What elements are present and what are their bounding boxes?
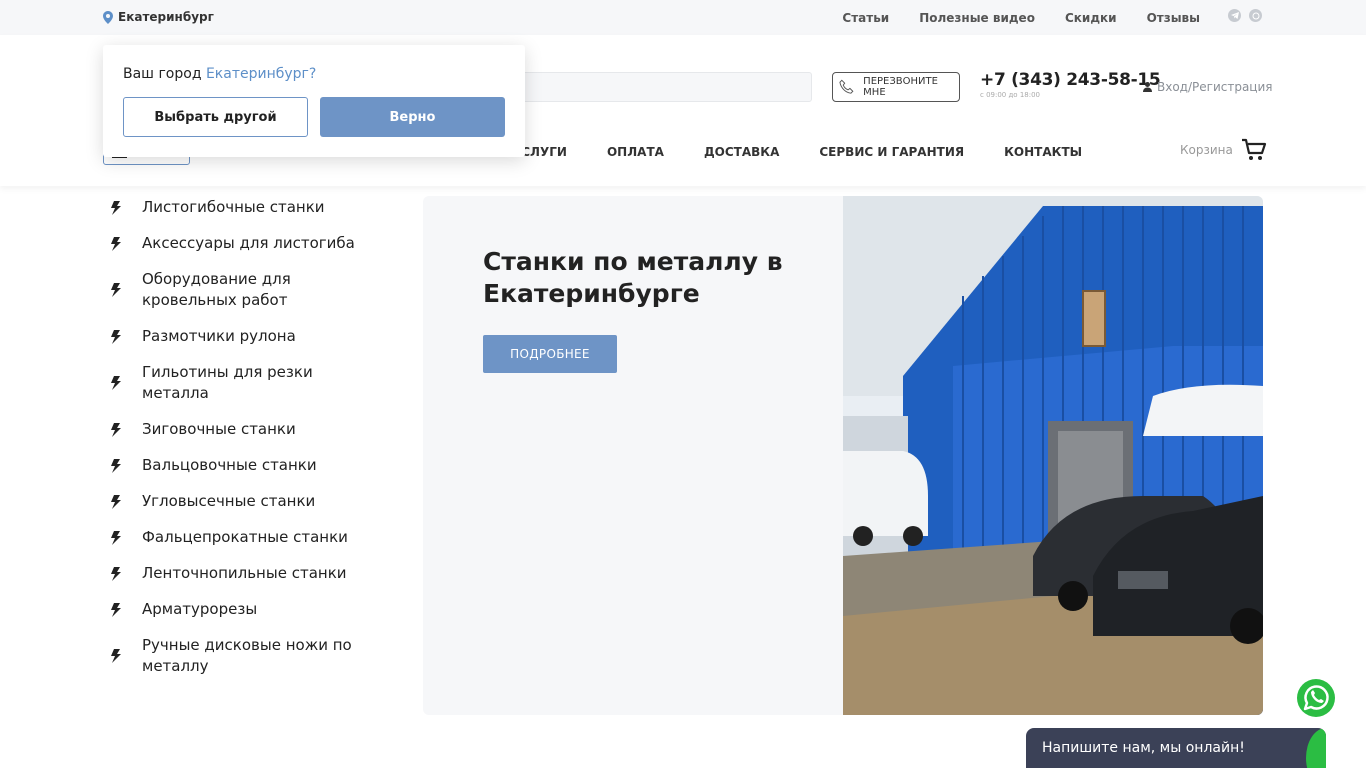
cart-icon xyxy=(1241,138,1266,160)
catalog-item[interactable]: Аксессуары для листогиба xyxy=(110,233,370,254)
lightning-icon xyxy=(110,422,122,437)
catalog-item-label: Вальцовочные станки xyxy=(142,456,317,474)
catalog-item[interactable]: Гильотины для резки металла xyxy=(110,362,370,404)
location-pin-icon xyxy=(103,10,113,24)
catalog-item-label: Размотчики рулона xyxy=(142,327,296,345)
lightning-icon xyxy=(110,494,122,509)
city-name: Екатеринбург xyxy=(118,10,214,24)
catalog-item[interactable]: Фальцепрокатные станки xyxy=(110,527,370,548)
catalog-item[interactable]: Листогибочные станки xyxy=(110,197,370,218)
choose-other-city-button[interactable]: Выбрать другой xyxy=(123,97,308,137)
catalog-item[interactable]: Зиговочные станки xyxy=(110,419,370,440)
lightning-icon xyxy=(110,566,122,581)
top-link-reviews[interactable]: Отзывы xyxy=(1147,11,1200,25)
hero-title: Станки по металлу в Екатеринбурге xyxy=(483,247,783,308)
city-question: Ваш город Екатеринбург? xyxy=(123,66,316,82)
city-question-city: Екатеринбург? xyxy=(205,66,317,82)
nav-payment[interactable]: ОПЛАТА xyxy=(607,145,664,159)
confirm-city-button[interactable]: Верно xyxy=(320,97,505,137)
top-bar: Екатеринбург Статьи Полезные видео Скидк… xyxy=(0,0,1366,35)
lightning-icon xyxy=(110,236,122,251)
hero-banner: Станки по металлу в Екатеринбурге ПОДРОБ… xyxy=(423,196,1263,715)
whatsapp-small-icon[interactable] xyxy=(1249,9,1262,22)
top-link-videos[interactable]: Полезные видео xyxy=(919,11,1035,25)
catalog-item-label: Зиговочные станки xyxy=(142,420,296,438)
catalog-item-label: Фальцепрокатные станки xyxy=(142,528,348,546)
work-hours: с 09:00 до 18:00 xyxy=(980,91,1040,99)
login-label: Вход/Регистрация xyxy=(1157,80,1273,94)
city-selector[interactable]: Екатеринбург xyxy=(103,10,214,24)
city-confirm-popup: Ваш город Екатеринбург? Выбрать другой В… xyxy=(103,45,525,157)
chat-accent xyxy=(1306,728,1326,768)
top-link-articles[interactable]: Статьи xyxy=(842,11,889,25)
phone-number[interactable]: +7 (343) 243-58-15 xyxy=(980,70,1161,90)
lightning-icon xyxy=(110,530,122,545)
whatsapp-icon[interactable] xyxy=(1296,678,1336,718)
catalog-item-label: Арматурорезы xyxy=(142,600,258,618)
user-icon xyxy=(1143,82,1152,92)
catalog-item[interactable]: Арматурорезы xyxy=(110,599,370,620)
telegram-icon[interactable] xyxy=(1228,9,1241,22)
cart-link[interactable]: Корзина xyxy=(1180,138,1267,162)
lightning-icon xyxy=(110,602,122,617)
catalog-item-label: Листогибочные станки xyxy=(142,198,325,216)
cart-label: Корзина xyxy=(1180,143,1233,157)
login-link[interactable]: Вход/Регистрация xyxy=(1143,80,1272,94)
catalog-item-label: Ленточнопильные станки xyxy=(142,564,347,582)
nav-service-warranty[interactable]: СЕРВИС И ГАРАНТИЯ xyxy=(819,145,964,159)
catalog-item[interactable]: Ленточнопильные станки xyxy=(110,563,370,584)
lightning-icon xyxy=(110,283,122,297)
nav-contacts[interactable]: КОНТАКТЫ xyxy=(1004,145,1082,159)
warehouse-photo xyxy=(843,196,1263,715)
catalog-item-label: Оборудование для кровельных работ xyxy=(142,270,291,309)
catalog-item[interactable]: Оборудование для кровельных работ xyxy=(110,269,370,311)
catalog-item[interactable]: Ручные дисковые ножи по металлу xyxy=(110,635,370,677)
catalog-item-label: Гильотины для резки металла xyxy=(142,363,313,402)
lightning-icon xyxy=(110,329,122,344)
callback-label: ПЕРЕЗВОНИТЕ МНЕ xyxy=(863,76,938,98)
online-chat-widget[interactable]: Напишите нам, мы онлайн! xyxy=(1026,728,1326,768)
catalog-item[interactable]: Размотчики рулона xyxy=(110,326,370,347)
social-links xyxy=(1228,9,1262,22)
more-button[interactable]: ПОДРОБНЕЕ xyxy=(483,335,617,373)
city-question-text: Ваш город xyxy=(123,66,202,82)
catalog-item-label: Аксессуары для листогиба xyxy=(142,234,355,252)
lightning-icon xyxy=(110,649,122,663)
top-links: Статьи Полезные видео Скидки Отзывы xyxy=(842,11,1200,25)
catalog-sidebar: Листогибочные станки Аксессуары для листо… xyxy=(110,197,370,692)
search-input[interactable] xyxy=(500,72,812,102)
top-link-discounts[interactable]: Скидки xyxy=(1065,11,1117,25)
lightning-icon xyxy=(110,376,122,390)
main-nav: УСЛУГИ ОПЛАТА ДОСТАВКА СЕРВИС И ГАРАНТИЯ… xyxy=(512,145,1082,159)
nav-delivery[interactable]: ДОСТАВКА xyxy=(704,145,779,159)
phone-block: +7 (343) 243-58-15 с 09:00 до 18:00 xyxy=(980,70,1161,99)
lightning-icon xyxy=(110,458,122,473)
callback-button[interactable]: ПЕРЕЗВОНИТЕ МНЕ xyxy=(832,72,960,102)
catalog-item-label: Ручные дисковые ножи по металлу xyxy=(142,636,352,675)
catalog-item-label: Угловысечные станки xyxy=(142,492,316,510)
catalog-item[interactable]: Угловысечные станки xyxy=(110,491,370,512)
chat-label: Напишите нам, мы онлайн! xyxy=(1042,740,1245,756)
catalog-item[interactable]: Вальцовочные станки xyxy=(110,455,370,476)
lightning-icon xyxy=(110,200,122,215)
phone-icon xyxy=(839,79,854,94)
